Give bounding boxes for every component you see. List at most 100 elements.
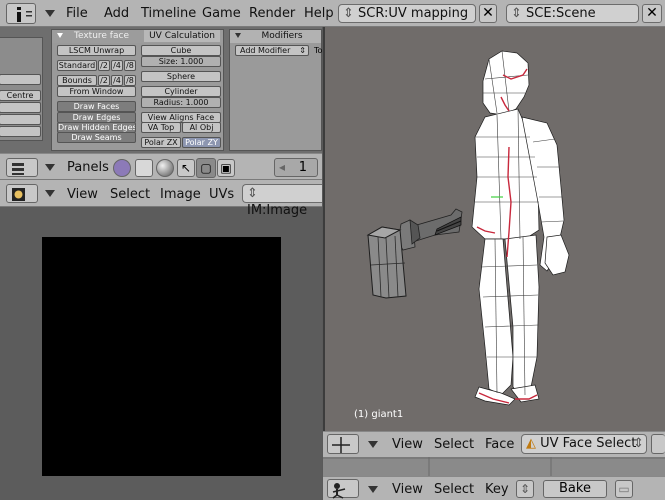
3d-menu-view[interactable]: View	[392, 437, 423, 452]
frame-prev-icon[interactable]: ◂	[279, 160, 285, 174]
image-editor-collapse-icon[interactable]	[45, 190, 55, 197]
image-menu-select[interactable]: Select	[110, 187, 150, 202]
clipped-button-3[interactable]	[0, 114, 41, 125]
clipped-panel: Centre	[0, 37, 43, 141]
info-icon[interactable]	[6, 3, 36, 24]
buttons-window-type-icon[interactable]	[6, 158, 38, 177]
editing-context-icon[interactable]: ▢	[196, 158, 216, 178]
scene-name: SCE:Scene	[526, 6, 596, 21]
timeline-menu-select[interactable]: Select	[434, 482, 474, 497]
standard-div4-button[interactable]: /4	[111, 60, 123, 71]
screen-name: SCR:UV mapping	[358, 6, 469, 21]
object-name-label: (1) giant1	[354, 409, 404, 420]
image-editor-header: View Select Image UVs ⇕ IM:Image	[0, 180, 322, 218]
bounds-div4-button[interactable]: /4	[111, 75, 123, 86]
character-mesh[interactable]	[471, 50, 570, 406]
add-modifier-label: Add Modifier	[240, 46, 291, 55]
image-browse-field[interactable]: ⇕ IM:Image	[242, 184, 322, 218]
add-modifier-menu[interactable]: Add Modifier ⇕	[235, 45, 309, 56]
lock-icon[interactable]: ▭	[615, 480, 633, 498]
bake-button[interactable]: Bake	[543, 480, 607, 498]
3d-viewport[interactable]: (1) giant1	[323, 27, 665, 431]
3d-view-type-icon[interactable]	[327, 434, 359, 454]
lscm-unwrap-button[interactable]: LSCM Unwrap	[57, 45, 136, 56]
bounds-button[interactable]: Bounds	[57, 75, 97, 86]
al-obj-button[interactable]: Al Obj	[182, 122, 221, 133]
modifiers-tab-bar: Modifiers	[230, 30, 321, 43]
timeline-menu-key[interactable]: Key	[485, 482, 509, 497]
screen-browse-field[interactable]: ⇕ SCR:UV mapping	[338, 4, 476, 23]
modifiers-collapse-icon[interactable]	[235, 33, 241, 38]
draw-seams-toggle[interactable]: Draw Seams	[57, 132, 136, 143]
menu-add[interactable]: Add	[104, 6, 129, 21]
keying-set-chevron-icon[interactable]: ⇕	[516, 480, 534, 498]
scene-context-icon[interactable]: ▣	[217, 159, 235, 177]
logic-context-icon[interactable]	[113, 159, 131, 177]
bake-label: Bake	[559, 481, 591, 496]
timeline-strip[interactable]	[323, 457, 665, 476]
add-modifier-chevron-icon: ⇕	[299, 46, 306, 55]
image-menu-image[interactable]: Image	[160, 187, 201, 202]
menu-render[interactable]: Render	[249, 6, 295, 21]
clipped-button-2[interactable]	[0, 102, 41, 113]
menu-help[interactable]: Help	[304, 6, 334, 21]
image-menu-view[interactable]: View	[67, 187, 98, 202]
standard-button[interactable]: Standard	[57, 60, 97, 71]
menu-file[interactable]: File	[66, 6, 88, 21]
tab-uv-calculation[interactable]: UV Calculation	[144, 30, 220, 42]
va-top-button[interactable]: VA Top	[141, 122, 181, 133]
timeline-type-icon[interactable]	[327, 479, 359, 499]
window-type-menu-icon[interactable]	[45, 10, 55, 17]
menu-game[interactable]: Game	[202, 6, 241, 21]
clipped-button-1[interactable]	[0, 74, 41, 85]
bounds-div8-button[interactable]: /8	[124, 75, 136, 86]
uv-image-canvas[interactable]	[42, 237, 281, 476]
panels-menu[interactable]: Panels	[67, 160, 109, 175]
from-window-button[interactable]: From Window	[57, 86, 136, 97]
image-menu-uvs[interactable]: UVs	[209, 187, 234, 202]
object-context-icon[interactable]: ↖	[177, 159, 195, 177]
delete-scene-button[interactable]: ✕	[642, 4, 662, 23]
tab-texture-face[interactable]: Texture face	[74, 30, 129, 42]
buttons-window: Centre Texture face UV Calculation LSCM …	[0, 27, 322, 153]
centre-button[interactable]: Centre	[0, 90, 41, 101]
3d-view-collapse-icon[interactable]	[368, 441, 378, 448]
script-context-icon[interactable]	[135, 159, 153, 177]
panels-collapse-icon[interactable]	[45, 164, 55, 171]
cylinder-button[interactable]: Cylinder	[141, 86, 221, 97]
hammer-mesh[interactable]	[366, 208, 463, 299]
sphere-button[interactable]: Sphere	[141, 71, 221, 82]
bounds-div2-button[interactable]: /2	[98, 75, 110, 86]
cylinder-radius-field[interactable]: Radius: 1.000	[141, 97, 221, 108]
menu-timeline[interactable]: Timeline	[141, 6, 196, 21]
screen-chevron-icon: ⇕	[343, 6, 359, 21]
view-pivot-button[interactable]	[651, 434, 665, 454]
3d-menu-face[interactable]: Face	[485, 437, 514, 452]
mode-select-menu[interactable]: ◭ UV Face Select ⇕	[521, 434, 647, 454]
tab-modifiers[interactable]: Modifiers	[252, 30, 312, 42]
top-menu-bar: File Add Timeline Game Render Help ⇕ SCR…	[0, 0, 665, 27]
shading-context-icon[interactable]	[156, 159, 174, 177]
standard-div8-button[interactable]: /8	[124, 60, 136, 71]
draw-faces-toggle[interactable]: Draw Faces	[57, 101, 136, 112]
clipped-button-4[interactable]	[0, 126, 41, 137]
texture-face-panel: Texture face UV Calculation LSCM Unwrap …	[51, 29, 224, 151]
cube-button[interactable]: Cube	[141, 45, 221, 56]
texture-face-tab-bar: Texture face UV Calculation	[52, 30, 223, 43]
timeline-menu-view[interactable]: View	[392, 482, 423, 497]
mode-chevron-icon: ⇕	[633, 436, 644, 451]
delete-screen-button[interactable]: ✕	[479, 4, 497, 23]
scene-browse-field[interactable]: ⇕ SCE:Scene	[506, 4, 639, 23]
timeline-collapse-icon[interactable]	[368, 486, 378, 493]
panel-collapse-icon[interactable]	[57, 33, 63, 38]
cube-size-field[interactable]: Size: 1.000	[141, 56, 221, 67]
standard-div2-button[interactable]: /2	[98, 60, 110, 71]
image-editor-type-icon[interactable]	[6, 184, 38, 203]
centre-label: Centre	[6, 91, 34, 100]
scene-chevron-icon: ⇕	[511, 6, 527, 21]
frame-number: 1	[298, 160, 307, 175]
3d-menu-select[interactable]: Select	[434, 437, 474, 452]
polar-zy-button[interactable]: Polar ZY	[182, 137, 221, 148]
frame-field[interactable]: ◂ 1	[274, 158, 318, 177]
polar-zx-button[interactable]: Polar ZX	[141, 137, 181, 148]
